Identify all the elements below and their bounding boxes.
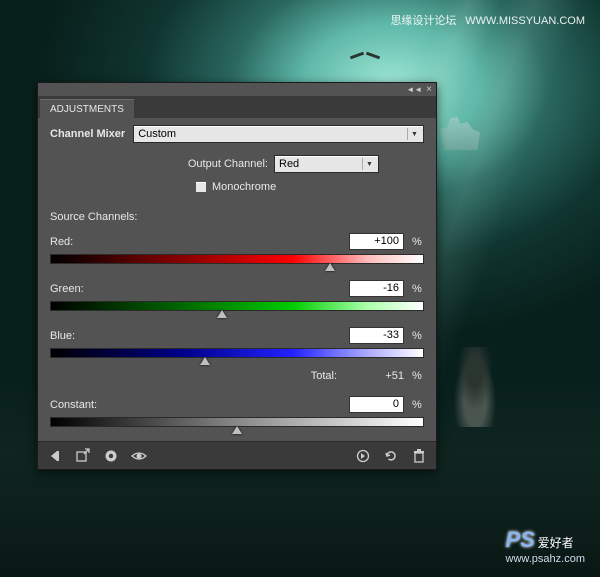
- watermark-top-cn: 思缘设计论坛: [390, 15, 456, 27]
- total-label: Total:: [311, 370, 337, 382]
- output-channel-label: Output Channel:: [188, 158, 268, 170]
- visibility-icon[interactable]: [130, 448, 148, 464]
- constant-slider-track[interactable]: [50, 417, 424, 427]
- panel-footer: [38, 441, 436, 469]
- chevron-down-icon: ▼: [407, 128, 421, 140]
- previous-state-icon[interactable]: [354, 448, 372, 464]
- preset-value: Custom: [138, 128, 176, 140]
- total-value: +51: [349, 370, 404, 382]
- back-arrow-icon[interactable]: [46, 448, 64, 464]
- blue-label: Blue:: [50, 330, 349, 342]
- bg-rider: [450, 347, 500, 427]
- percent-label: %: [412, 236, 424, 248]
- red-label: Red:: [50, 236, 349, 248]
- blue-slider-thumb[interactable]: [200, 357, 210, 365]
- bg-bird: [350, 50, 380, 62]
- red-value-input[interactable]: +100: [349, 233, 404, 250]
- trash-icon[interactable]: [410, 448, 428, 464]
- source-channels-label: Source Channels:: [50, 211, 424, 223]
- constant-label: Constant:: [50, 399, 349, 411]
- green-slider-row: Green: -16 %: [50, 280, 424, 311]
- monochrome-label: Monochrome: [212, 181, 276, 193]
- watermark-bottom: PS 爱好者 www.psahz.com: [506, 527, 585, 565]
- blue-slider-track[interactable]: [50, 348, 424, 358]
- constant-slider-thumb[interactable]: [232, 426, 242, 434]
- red-slider-track[interactable]: [50, 254, 424, 264]
- percent-label: %: [412, 283, 424, 295]
- constant-slider-row: Constant: 0 %: [50, 396, 424, 427]
- output-channel-value: Red: [279, 158, 299, 170]
- percent-label: %: [412, 370, 424, 382]
- constant-value-input[interactable]: 0: [349, 396, 404, 413]
- green-slider-thumb[interactable]: [217, 310, 227, 318]
- panel-tabbar: ADJUSTMENTS: [38, 96, 436, 118]
- green-label: Green:: [50, 283, 349, 295]
- adjustment-title: Channel Mixer: [50, 128, 125, 140]
- green-slider-track[interactable]: [50, 301, 424, 311]
- monochrome-checkbox[interactable]: [195, 181, 207, 193]
- panel-titlebar[interactable]: ◄◄ ×: [38, 83, 436, 96]
- red-slider-row: Red: +100 %: [50, 233, 424, 264]
- collapse-icon[interactable]: ◄◄: [406, 85, 422, 94]
- percent-label: %: [412, 330, 424, 342]
- clip-layer-icon[interactable]: [102, 448, 120, 464]
- adjustments-panel: ◄◄ × ADJUSTMENTS Channel Mixer Custom ▼ …: [37, 82, 437, 470]
- red-slider-thumb[interactable]: [325, 263, 335, 271]
- watermark-top-url: WWW.MISSYUAN.COM: [465, 15, 585, 27]
- panel-body: Channel Mixer Custom ▼ Output Channel: R…: [38, 118, 436, 441]
- percent-label: %: [412, 399, 424, 411]
- watermark-bottom-url: www.psahz.com: [506, 553, 585, 565]
- blue-value-input[interactable]: -33: [349, 327, 404, 344]
- preset-select[interactable]: Custom ▼: [133, 125, 424, 143]
- chevron-down-icon: ▼: [362, 158, 376, 170]
- close-icon[interactable]: ×: [426, 84, 432, 95]
- reset-icon[interactable]: [382, 448, 400, 464]
- blue-slider-row: Blue: -33 %: [50, 327, 424, 358]
- output-channel-select[interactable]: Red ▼: [274, 155, 379, 173]
- green-value-input[interactable]: -16: [349, 280, 404, 297]
- expand-view-icon[interactable]: [74, 448, 92, 464]
- watermark-bottom-cn: 爱好者: [538, 536, 574, 550]
- tab-adjustments[interactable]: ADJUSTMENTS: [40, 99, 134, 118]
- watermark-top: 思缘设计论坛 WWW.MISSYUAN.COM: [390, 12, 585, 28]
- watermark-logo: PS: [506, 527, 535, 552]
